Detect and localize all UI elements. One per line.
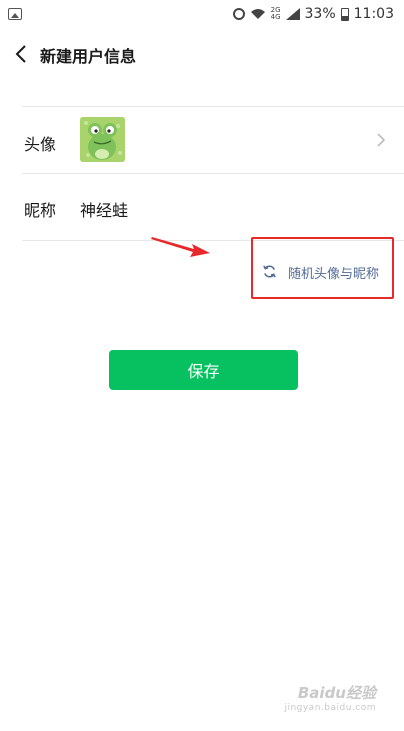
- frog-avatar-image: [80, 117, 125, 162]
- image-notification-icon: [8, 8, 22, 20]
- refresh-icon[interactable]: [262, 264, 277, 279]
- header: 新建用户信息: [0, 33, 404, 75]
- watermark: Baidu经验 jingyan.baidu.com: [284, 682, 376, 713]
- clock: 11:03: [353, 6, 394, 22]
- wifi-icon: [250, 9, 265, 19]
- status-icons: 2G 4G 33% 11:03: [232, 6, 394, 22]
- status-bar: 2G 4G 33% 11:03: [0, 0, 404, 32]
- signal-icon: [285, 8, 300, 20]
- page-title: 新建用户信息: [40, 47, 137, 66]
- save-button[interactable]: 保存: [109, 350, 298, 390]
- nickname-row[interactable]: 昵称: [0, 174, 404, 240]
- back-arrow-icon[interactable]: [12, 44, 32, 64]
- battery-icon: [340, 7, 349, 21]
- random-avatar-nickname-link[interactable]: 随机头像与昵称: [288, 263, 379, 282]
- chevron-right-icon: [377, 133, 386, 147]
- watermark-sub: jingyan.baidu.com: [284, 703, 376, 713]
- nickname-field[interactable]: 神经蛙: [80, 197, 128, 221]
- avatar-label: 头像: [24, 135, 57, 154]
- battery-percent: 33%: [304, 6, 336, 22]
- nickname-label: 昵称: [24, 201, 57, 220]
- annotation-arrow-icon: [151, 237, 210, 257]
- avatar-row[interactable]: 头像: [0, 107, 404, 173]
- alarm-icon: [232, 8, 245, 20]
- avatar[interactable]: [80, 117, 125, 162]
- watermark-main: Baidu经验: [297, 684, 376, 702]
- network-type-bottom: 4G: [270, 13, 281, 21]
- network-type: 2G 4G: [271, 7, 281, 21]
